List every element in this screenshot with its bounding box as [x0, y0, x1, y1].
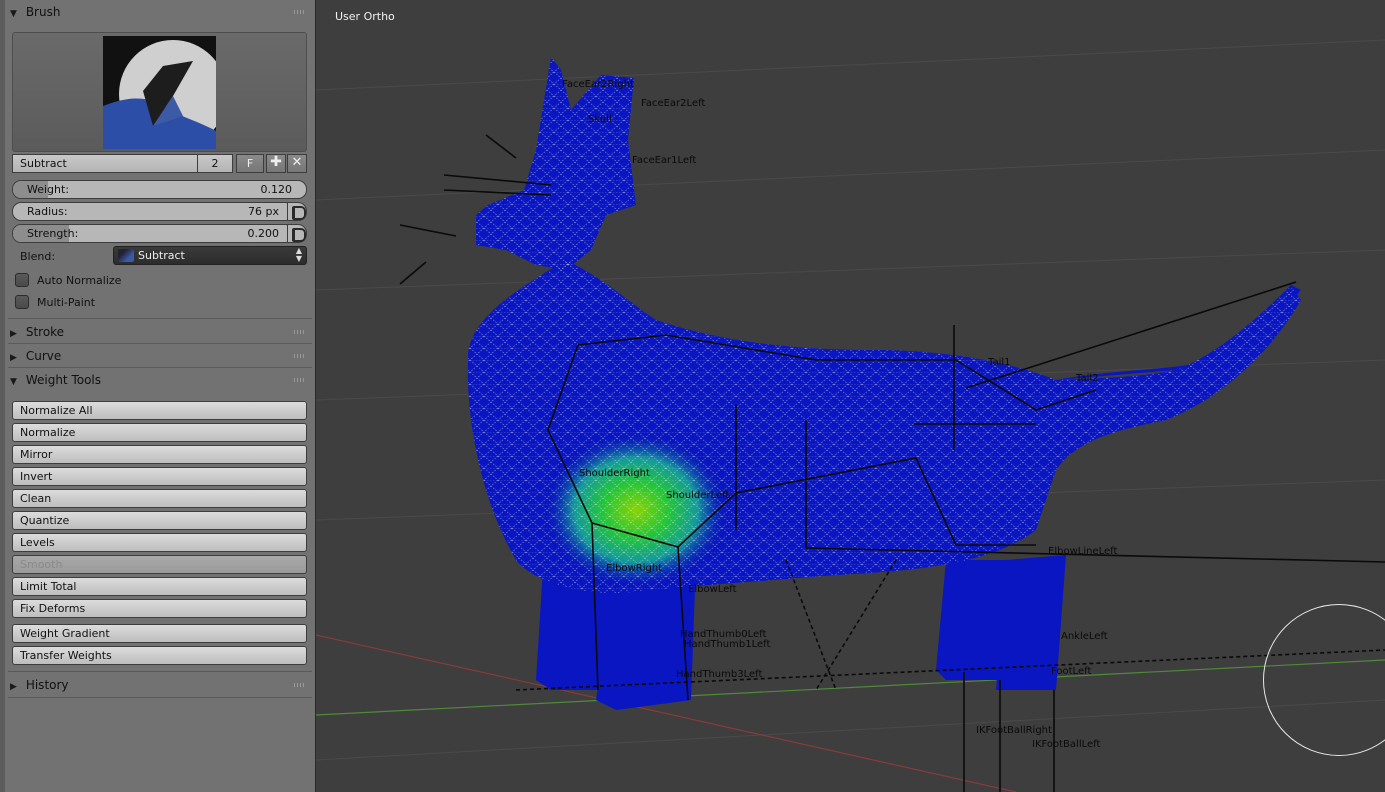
- bone-label-skull: Skull: [588, 114, 612, 125]
- quantize-button[interactable]: Quantize: [12, 511, 307, 530]
- unlink-brush-button[interactable]: ✕: [287, 154, 307, 173]
- strength-slider[interactable]: Strength: 0.200: [12, 224, 294, 243]
- viewport-scene: FaceEar2Right FaceEar2Left Skull FaceEar…: [316, 39, 1385, 792]
- bone-label-face-ear2-right: FaceEar2Right: [562, 79, 634, 90]
- stroke-section-header[interactable]: ▶ Stroke: [8, 321, 312, 343]
- radius-value: 76 px: [248, 205, 279, 218]
- blend-mode-dropdown[interactable]: Subtract ▲ ▼: [113, 246, 307, 265]
- bone-label-hand-thumb1-left: HandThumb1Left: [684, 639, 770, 650]
- bone-label-face-ear2-left: FaceEar2Left: [641, 98, 705, 109]
- blender-weight-paint-window: ▼ Brush Subtract 2 F ✚ ✕ Weight: 0.120 R…: [0, 0, 1385, 792]
- bone-label-elbow-left: ElbowLeft: [688, 584, 737, 595]
- expanded-arrow-icon: ▼: [10, 9, 17, 19]
- weight-value: 0.120: [260, 183, 293, 196]
- radius-label: Radius:: [27, 205, 68, 218]
- bone-label-foot-left: FootLeft: [1051, 666, 1091, 677]
- invert-button[interactable]: Invert: [12, 467, 307, 486]
- dog-mesh[interactable]: [467, 57, 1301, 710]
- stroke-header-label: Stroke: [25, 325, 65, 339]
- section-divider: [8, 318, 312, 319]
- blend-mode-icon: [118, 249, 134, 262]
- bone-label-ik-foot-ball-left: IKFootBallLeft: [1032, 739, 1100, 750]
- bone-label-face-ear1-left: FaceEar1Left: [632, 155, 696, 166]
- limit-total-button[interactable]: Limit Total: [12, 577, 307, 596]
- strength-value: 0.200: [247, 227, 280, 240]
- panel-edge: [0, 0, 5, 792]
- normalize-button[interactable]: Normalize: [12, 423, 307, 442]
- mirror-button[interactable]: Mirror: [12, 445, 307, 464]
- collapsed-arrow-icon: ▶: [10, 353, 17, 363]
- bone-label-tail2: Tail2: [1075, 373, 1099, 384]
- bone-label-elbow-right: ElbowRight: [606, 563, 662, 574]
- checkbox-box[interactable]: [15, 295, 29, 309]
- plus-icon: ✚: [270, 154, 282, 170]
- fix-deforms-button[interactable]: Fix Deforms: [12, 599, 307, 618]
- transfer-weights-button[interactable]: Transfer Weights: [12, 646, 307, 665]
- blend-label: Blend:: [20, 250, 56, 263]
- close-icon: ✕: [291, 155, 303, 170]
- bone-label-ankle-left: AnkleLeft: [1061, 631, 1108, 642]
- fake-user-button[interactable]: F: [236, 154, 264, 173]
- drag-grip-icon[interactable]: [294, 330, 306, 334]
- smooth-button[interactable]: Smooth: [12, 555, 307, 574]
- strength-pressure-button[interactable]: [287, 224, 307, 243]
- clean-button[interactable]: Clean: [12, 489, 307, 508]
- weight-gradient-button[interactable]: Weight Gradient: [12, 624, 307, 643]
- drag-grip-icon[interactable]: [294, 683, 306, 687]
- weight-label: Weight:: [27, 183, 70, 196]
- y-axis-line: [316, 659, 1385, 716]
- brush-header-label: Brush: [25, 5, 61, 19]
- weight-tools-section-header[interactable]: ▼ Weight Tools: [8, 369, 312, 391]
- weight-slider[interactable]: Weight: 0.120: [12, 180, 307, 199]
- section-divider: [8, 343, 312, 344]
- bone-label-shoulder-right: ShoulderRight: [579, 468, 650, 479]
- brush-section-header[interactable]: ▼ Brush: [8, 1, 312, 23]
- collapsed-arrow-icon: ▶: [10, 329, 17, 339]
- bone-label-tail1: Tail1: [987, 357, 1011, 368]
- brush-thumbnail-image: [103, 40, 216, 149]
- blend-mode-value: Subtract: [138, 249, 185, 262]
- multi-paint-label: Multi-Paint: [37, 296, 96, 309]
- curve-section-header[interactable]: ▶ Curve: [8, 345, 312, 367]
- bone-label-elbow-line-left: ElbowLineLeft: [1048, 546, 1117, 557]
- brush-users-count[interactable]: 2: [197, 154, 233, 173]
- section-divider: [8, 367, 312, 368]
- weight-tools-header-label: Weight Tools: [25, 373, 102, 387]
- history-section-header[interactable]: ▶ History: [8, 674, 312, 696]
- brush-thumbnail[interactable]: [103, 36, 216, 149]
- levels-button[interactable]: Levels: [12, 533, 307, 552]
- radius-slider[interactable]: Radius: 76 px: [12, 202, 294, 221]
- 3d-viewport[interactable]: FaceEar2Right FaceEar2Left Skull FaceEar…: [316, 0, 1385, 792]
- history-header-label: History: [25, 678, 69, 692]
- auto-normalize-label: Auto Normalize: [37, 274, 122, 287]
- expanded-arrow-icon: ▼: [10, 377, 17, 387]
- drag-grip-icon[interactable]: [294, 10, 306, 14]
- collapsed-arrow-icon: ▶: [10, 682, 17, 692]
- updown-arrows-icon: ▲ ▼: [295, 246, 302, 263]
- bone-label-hand-thumb3-left: HandThumb3Left: [676, 669, 762, 680]
- drag-grip-icon[interactable]: [294, 354, 306, 358]
- bone-label-ik-foot-ball-right: IKFootBallRight: [976, 725, 1052, 736]
- brush-name-field[interactable]: Subtract: [12, 154, 198, 173]
- strength-label: Strength:: [27, 227, 79, 240]
- checkbox-box[interactable]: [15, 273, 29, 287]
- new-brush-button[interactable]: ✚: [266, 154, 286, 173]
- tool-shelf-panel: ▼ Brush Subtract 2 F ✚ ✕ Weight: 0.120 R…: [0, 0, 316, 792]
- bone-label-shoulder-left: ShoulderLeft: [666, 490, 729, 501]
- section-divider: [8, 671, 312, 672]
- radius-pressure-button[interactable]: [287, 202, 307, 221]
- view-mode-label: User Ortho: [335, 10, 395, 23]
- drag-grip-icon[interactable]: [294, 378, 306, 382]
- curve-header-label: Curve: [25, 349, 62, 363]
- section-divider: [8, 697, 312, 698]
- normalize-all-button[interactable]: Normalize All: [12, 401, 307, 420]
